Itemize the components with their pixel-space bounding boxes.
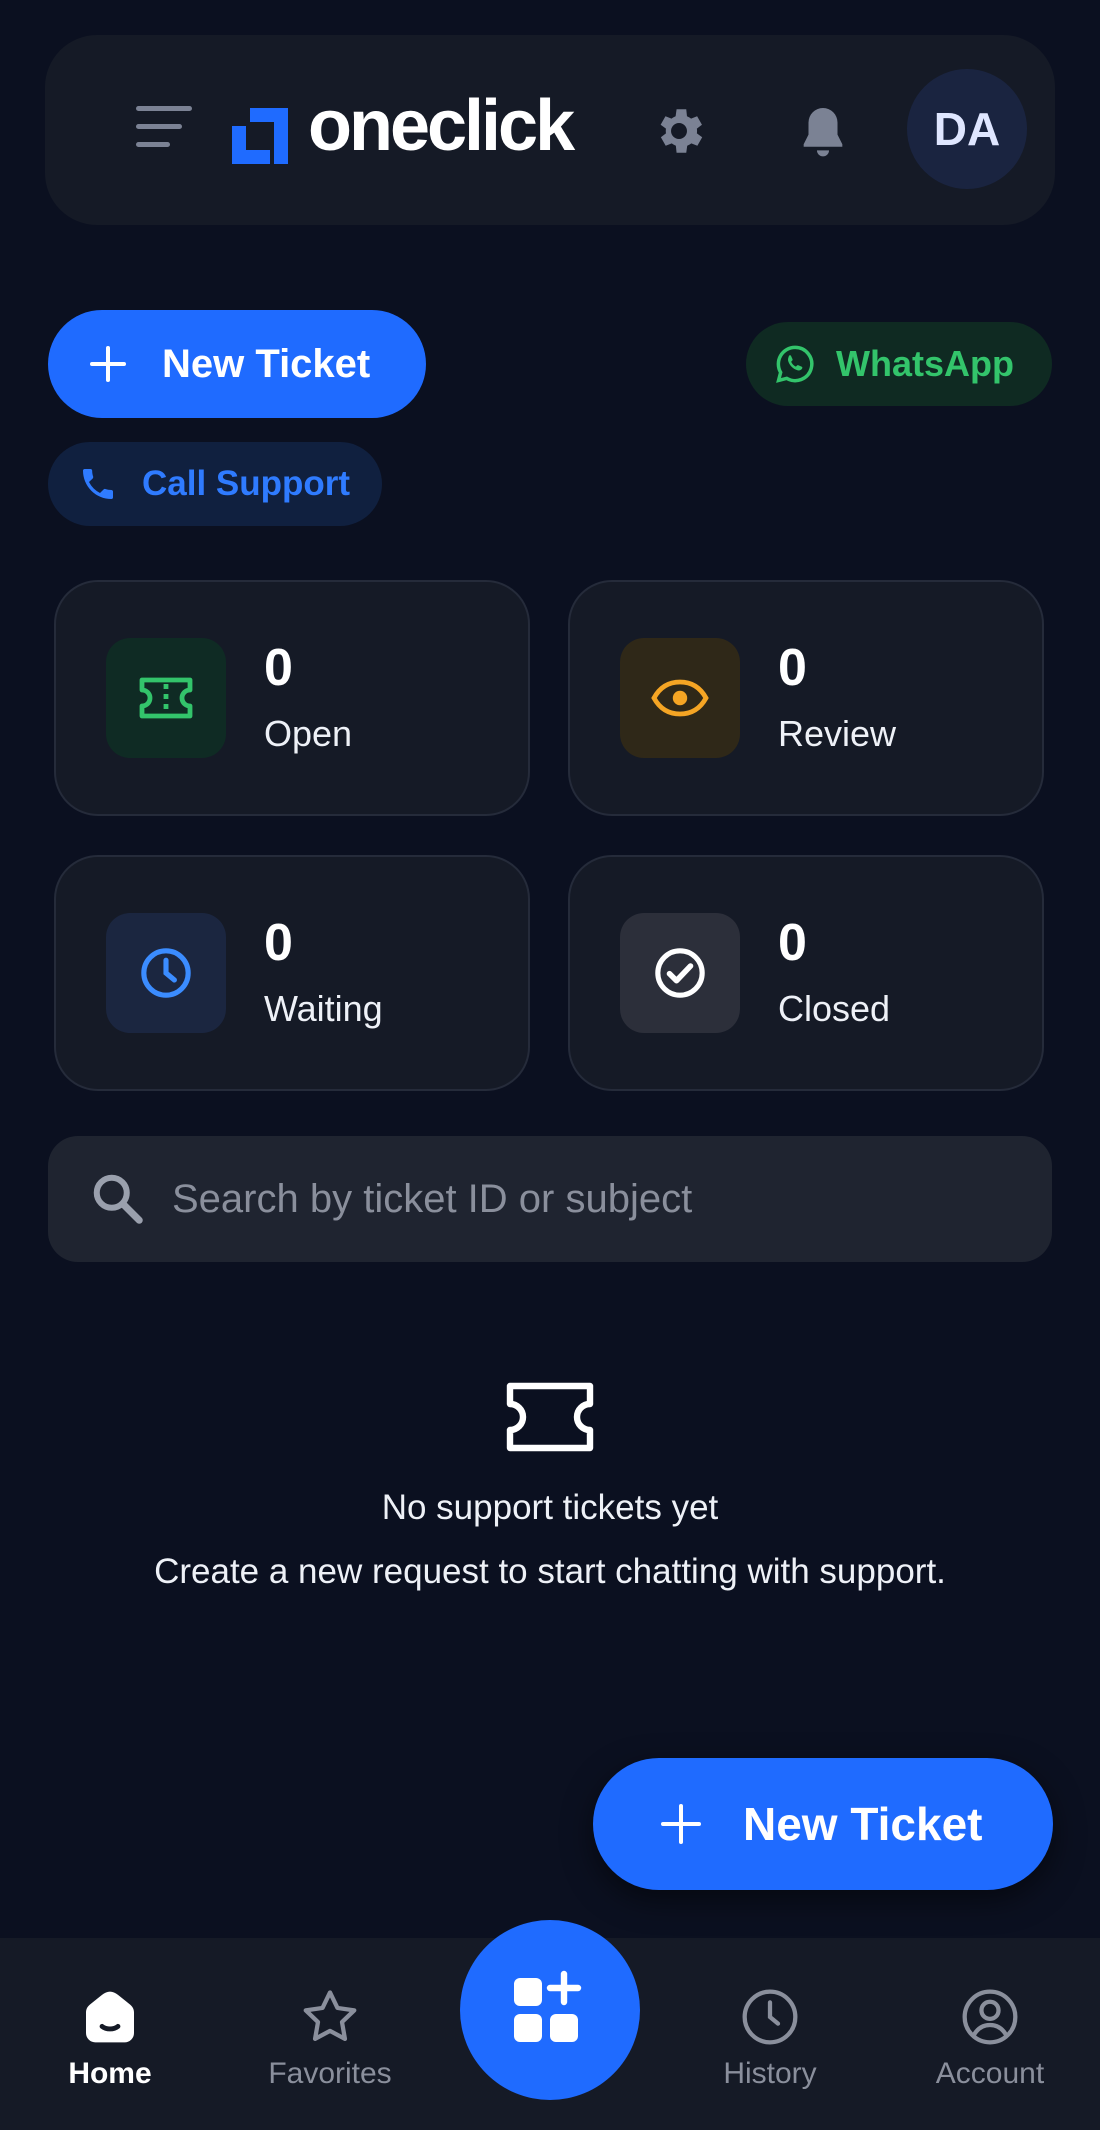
empty-state-subtitle: Create a new request to start chatting w… <box>154 1552 946 1591</box>
plus-icon <box>661 1804 701 1844</box>
stat-count: 0 <box>778 639 807 697</box>
brand-name: oneclick <box>308 86 575 166</box>
stat-card-waiting[interactable]: 0 Waiting <box>54 855 530 1091</box>
stat-label: Waiting <box>264 988 383 1029</box>
stat-label: Open <box>264 713 353 754</box>
call-support-button[interactable]: Call Support <box>48 442 382 526</box>
check-circle-icon <box>620 913 740 1033</box>
stat-card-closed[interactable]: 0 Closed <box>568 855 1044 1091</box>
stat-label: Review <box>778 713 897 754</box>
clock-icon <box>742 1989 798 2045</box>
stat-label: Closed <box>778 988 891 1029</box>
plus-icon <box>90 346 126 382</box>
bell-icon[interactable] <box>794 102 852 160</box>
new-ticket-label: New Ticket <box>162 341 371 386</box>
empty-state-title: No support tickets yet <box>381 1488 719 1527</box>
avatar[interactable]: DA <box>907 69 1027 189</box>
stat-count: 0 <box>778 914 807 972</box>
apps-add-icon <box>514 1970 582 2042</box>
eye-icon <box>620 638 740 758</box>
home-icon <box>86 1991 134 2043</box>
clock-icon <box>106 913 226 1033</box>
floating-new-ticket-button[interactable]: New Ticket <box>593 1758 1053 1890</box>
brand-logo: oneclick <box>232 86 592 170</box>
ticket-icon <box>506 1382 594 1452</box>
user-circle-icon <box>962 1989 1018 2045</box>
whatsapp-icon <box>776 345 814 383</box>
nav-label: Account <box>935 2057 1045 2090</box>
search-bar <box>48 1136 1052 1262</box>
floating-new-ticket-label: New Ticket <box>743 1798 983 1850</box>
stat-card-open[interactable]: 0 Open <box>54 580 530 816</box>
whatsapp-label: WhatsApp <box>836 343 1014 384</box>
whatsapp-button[interactable]: WhatsApp <box>746 322 1052 406</box>
phone-icon <box>83 469 113 499</box>
nav-home[interactable]: Home <box>20 1985 200 2105</box>
star-icon <box>303 1990 357 2041</box>
nav-label: History <box>723 2057 817 2090</box>
new-ticket-button[interactable]: New Ticket <box>48 310 426 418</box>
center-action-button[interactable] <box>460 1920 640 2100</box>
search-icon <box>93 1174 143 1224</box>
nav-favorites[interactable]: Favorites <box>240 1985 420 2105</box>
nav-label: Home <box>68 2057 152 2090</box>
gear-icon[interactable] <box>650 102 708 160</box>
nav-history[interactable]: History <box>680 1985 860 2105</box>
nav-label: Favorites <box>268 2057 392 2090</box>
menu-icon[interactable] <box>136 106 192 150</box>
stat-card-review[interactable]: 0 Review <box>568 580 1044 816</box>
ticket-icon <box>106 638 226 758</box>
nav-account[interactable]: Account <box>900 1985 1080 2105</box>
stat-count: 0 <box>264 639 293 697</box>
search-input[interactable] <box>172 1176 992 1222</box>
stat-count: 0 <box>264 914 293 972</box>
call-support-label: Call Support <box>142 464 351 503</box>
logo-mark-icon <box>232 108 288 164</box>
